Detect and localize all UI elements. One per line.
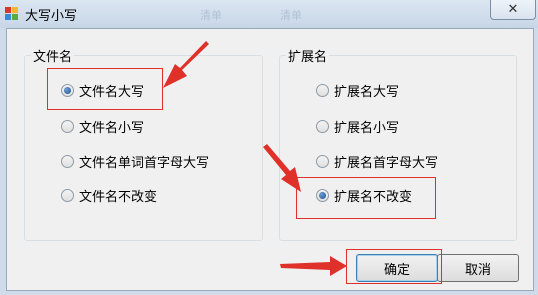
annotation-arrow [280, 256, 347, 276]
annotation-arrows [163, 41, 347, 276]
annotation-arrow [263, 144, 301, 192]
annotation-arrow [163, 41, 209, 88]
